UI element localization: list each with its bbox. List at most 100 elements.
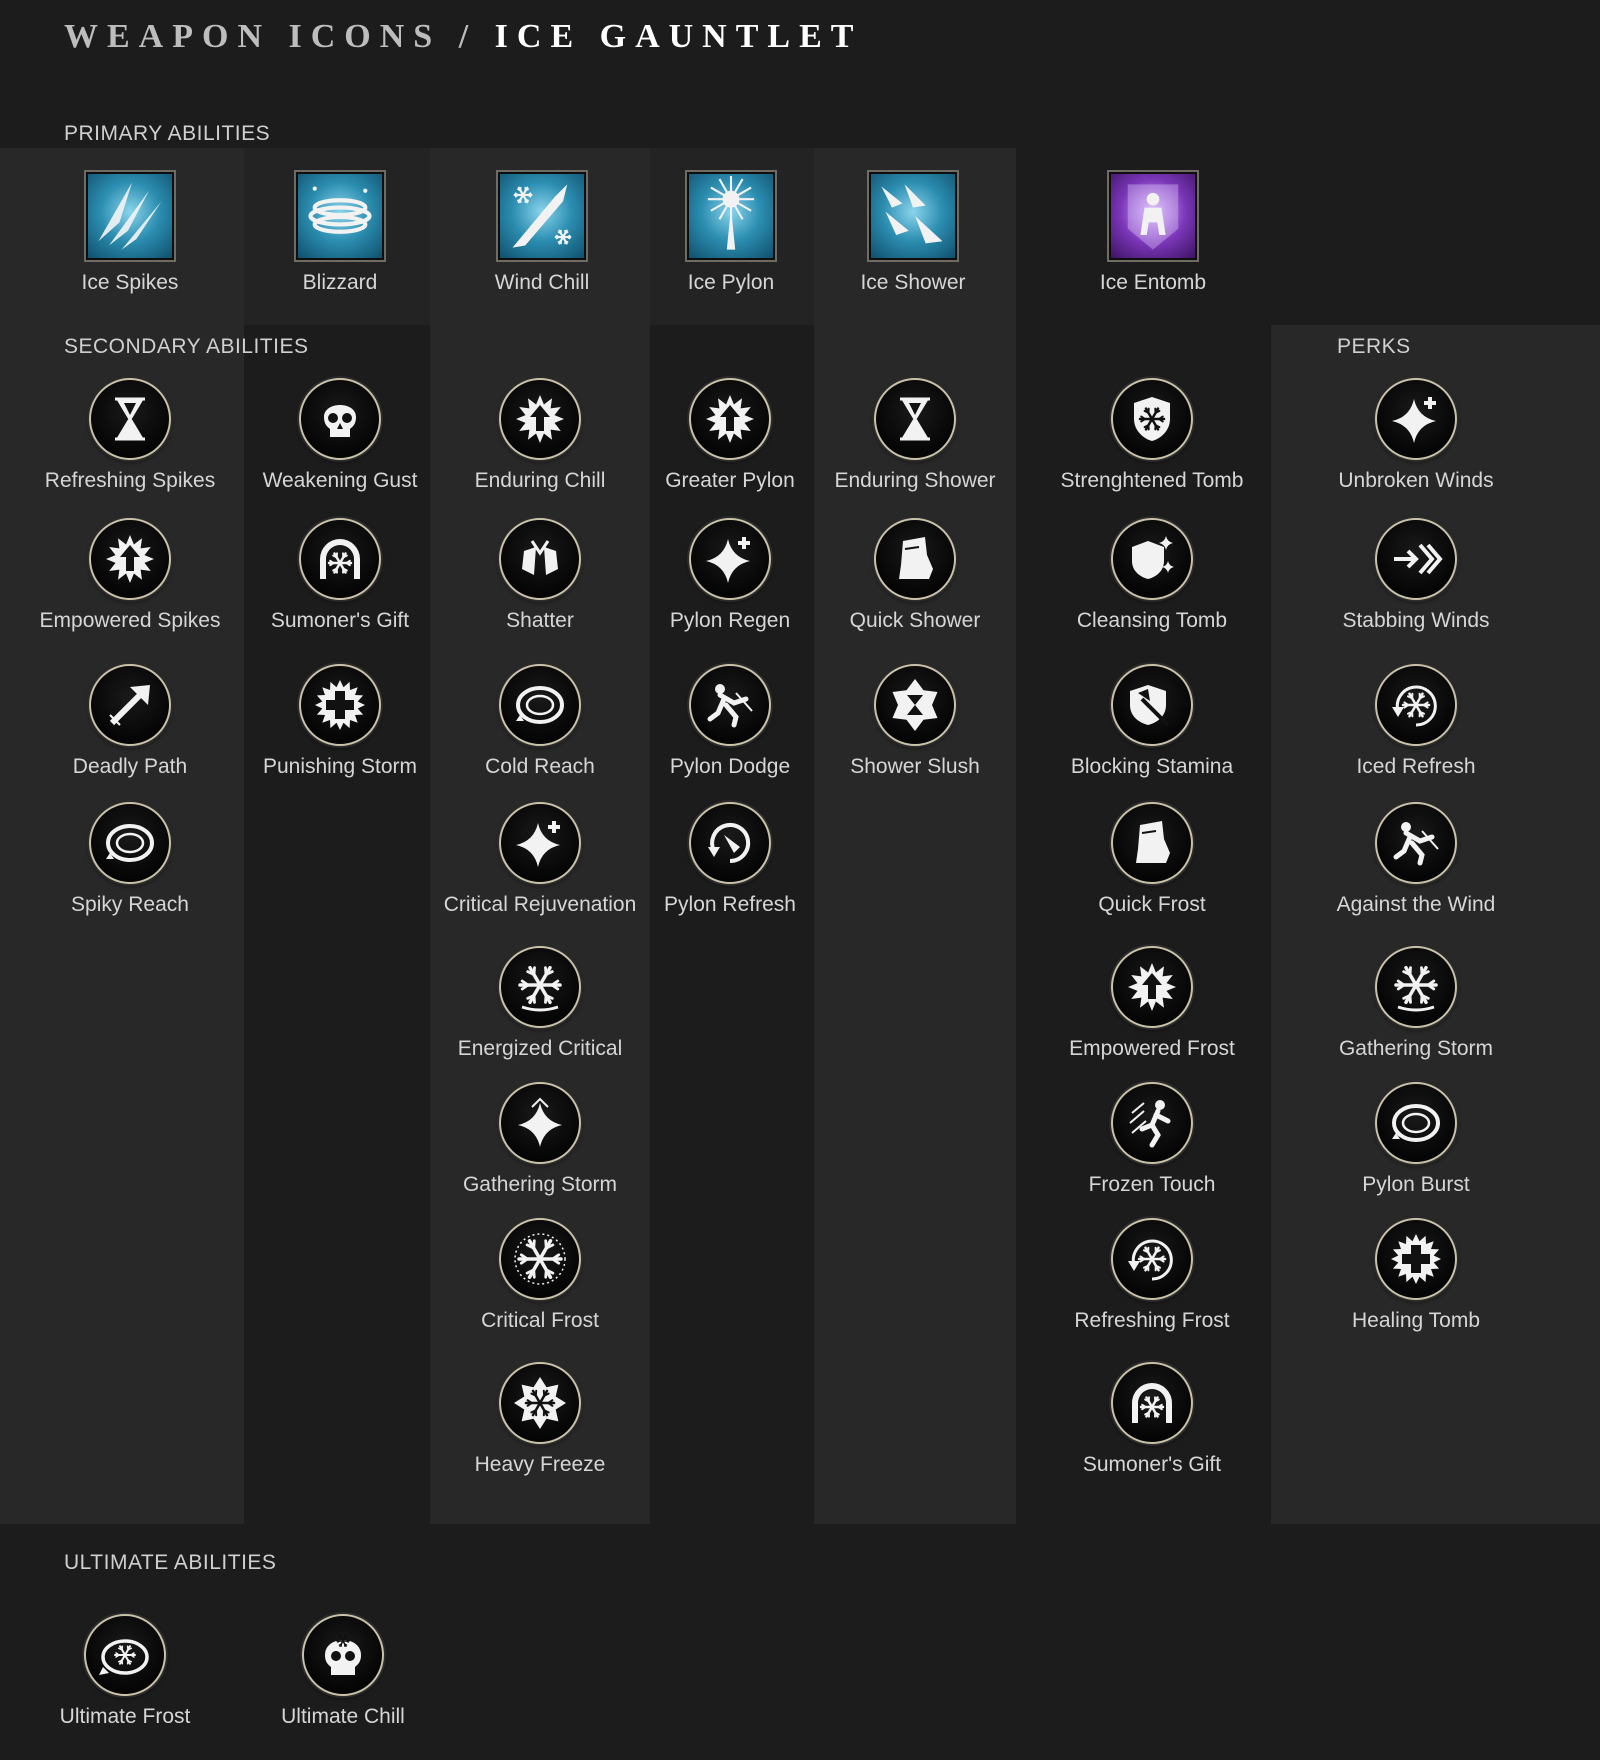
ability-item[interactable]: Gathering Storm: [1311, 946, 1521, 1061]
ability-item[interactable]: Frozen Touch: [1047, 1082, 1257, 1197]
ability-item[interactable]: Enduring Shower: [810, 378, 1020, 493]
ability-item[interactable]: Refreshing Spikes: [25, 378, 235, 493]
ability-item[interactable]: Ice Shower: [808, 170, 1018, 295]
ice-shower-icon[interactable]: [867, 170, 959, 262]
ability-item[interactable]: Greater Pylon: [625, 378, 835, 493]
shield-axe-icon[interactable]: [1111, 664, 1193, 746]
ability-item[interactable]: Pylon Refresh: [625, 802, 835, 917]
starburst-arrow-icon[interactable]: [89, 518, 171, 600]
ability-item[interactable]: Ice Spikes: [25, 170, 235, 295]
page-title: WEAPON ICONS / ICE GAUNTLET: [64, 18, 862, 56]
skull-icon[interactable]: [299, 378, 381, 460]
ring-icon[interactable]: [1375, 1082, 1457, 1164]
ability-item[interactable]: Strenghtened Tomb: [1047, 378, 1257, 493]
snowflake-icon[interactable]: [1375, 946, 1457, 1028]
ability-label: Iced Refresh: [1356, 755, 1476, 778]
starburst-arrow-icon[interactable]: [1111, 946, 1193, 1028]
snowflake-ring-icon[interactable]: [84, 1614, 166, 1696]
ability-item[interactable]: Pylon Burst: [1311, 1082, 1521, 1197]
ability-item[interactable]: Critical Rejuvenation: [435, 802, 645, 917]
ultimate-abilities-heading: ULTIMATE ABILITIES: [64, 1551, 277, 1574]
hourglass-icon[interactable]: [874, 378, 956, 460]
chevron-arrow-icon[interactable]: [1375, 518, 1457, 600]
ability-item[interactable]: Heavy Freeze: [435, 1362, 645, 1477]
starburst-arrow-icon[interactable]: [689, 378, 771, 460]
ice-entomb-icon[interactable]: [1107, 170, 1199, 262]
snowflake-refresh-icon[interactable]: [1111, 1218, 1193, 1300]
ability-item[interactable]: Iced Refresh: [1311, 664, 1521, 779]
snowflake-refresh-icon[interactable]: [1375, 664, 1457, 746]
ability-label: Ice Pylon: [687, 271, 775, 294]
dodge-figure-icon[interactable]: [1375, 802, 1457, 884]
ability-item[interactable]: Punishing Storm: [235, 664, 445, 779]
sparkle-plus-icon[interactable]: [689, 518, 771, 600]
ability-item[interactable]: Quick Shower: [810, 518, 1020, 633]
snowflake-arch-icon[interactable]: [1111, 1362, 1193, 1444]
hourglass-icon[interactable]: [89, 378, 171, 460]
blizzard-icon[interactable]: [294, 170, 386, 262]
ability-item[interactable]: Quick Frost: [1047, 802, 1257, 917]
ability-item[interactable]: Sumoner's Gift: [235, 518, 445, 633]
ability-label: Ice Shower: [860, 271, 966, 294]
ability-item[interactable]: Weakening Gust: [235, 378, 445, 493]
ability-item[interactable]: Against the Wind: [1311, 802, 1521, 917]
ability-label: Spiky Reach: [71, 893, 189, 916]
sparkle-plus-icon[interactable]: [499, 802, 581, 884]
ability-label: Unbroken Winds: [1338, 469, 1494, 492]
skull-snowflake-icon[interactable]: [302, 1614, 384, 1696]
ring-icon[interactable]: [89, 802, 171, 884]
ability-item[interactable]: Wind Chill: [437, 170, 647, 295]
ability-item[interactable]: Energized Critical: [435, 946, 645, 1061]
ability-item[interactable]: Empowered Spikes: [25, 518, 235, 633]
ability-item[interactable]: Sumoner's Gift: [1047, 1362, 1257, 1477]
ability-item[interactable]: Healing Tomb: [1311, 1218, 1521, 1333]
snowflake-hourglass-icon[interactable]: [874, 664, 956, 746]
cross-burst-icon[interactable]: [299, 664, 381, 746]
ability-item[interactable]: Pylon Regen: [625, 518, 835, 633]
ability-label: Pylon Refresh: [664, 893, 796, 916]
ability-item[interactable]: Ice Entomb: [1048, 170, 1258, 295]
boot-icon[interactable]: [1111, 802, 1193, 884]
cross-burst-icon[interactable]: [1375, 1218, 1457, 1300]
ability-item[interactable]: Spiky Reach: [25, 802, 235, 917]
starburst-arrow-icon[interactable]: [499, 378, 581, 460]
ability-item[interactable]: Ice Pylon: [626, 170, 836, 295]
wind-chill-icon[interactable]: [496, 170, 588, 262]
ability-item[interactable]: Enduring Chill: [435, 378, 645, 493]
shatter-icon[interactable]: [499, 518, 581, 600]
ability-item[interactable]: Pylon Dodge: [625, 664, 835, 779]
ice-pylon-icon[interactable]: [685, 170, 777, 262]
ability-item[interactable]: Gathering Storm: [435, 1082, 645, 1197]
ability-item[interactable]: Blizzard: [235, 170, 445, 295]
ability-item[interactable]: Stabbing Winds: [1311, 518, 1521, 633]
title-separator: /: [458, 18, 478, 55]
ability-item[interactable]: Deadly Path: [25, 664, 235, 779]
snowflake-icon[interactable]: [499, 946, 581, 1028]
dodge-figure-icon[interactable]: [689, 664, 771, 746]
sparkle-plus-icon[interactable]: [1375, 378, 1457, 460]
ability-item[interactable]: Empowered Frost: [1047, 946, 1257, 1061]
shield-snowflake-icon[interactable]: [1111, 378, 1193, 460]
ability-item[interactable]: Ultimate Chill: [238, 1614, 448, 1729]
ability-item[interactable]: Cold Reach: [435, 664, 645, 779]
ability-item[interactable]: Blocking Stamina: [1047, 664, 1257, 779]
snowflake-burst-icon[interactable]: [499, 1218, 581, 1300]
ability-item[interactable]: Unbroken Winds: [1311, 378, 1521, 493]
ring-icon[interactable]: [499, 664, 581, 746]
ability-item[interactable]: Shatter: [435, 518, 645, 633]
ice-spikes-icon[interactable]: [84, 170, 176, 262]
sparkle-icon[interactable]: [499, 1082, 581, 1164]
ability-item[interactable]: Shower Slush: [810, 664, 1020, 779]
shield-sparkle-icon[interactable]: [1111, 518, 1193, 600]
diagonal-arrow-icon[interactable]: [89, 664, 171, 746]
ability-item[interactable]: Ultimate Frost: [20, 1614, 230, 1729]
boot-icon[interactable]: [874, 518, 956, 600]
ability-item[interactable]: Critical Frost: [435, 1218, 645, 1333]
ability-item[interactable]: Refreshing Frost: [1047, 1218, 1257, 1333]
ability-item[interactable]: Cleansing Tomb: [1047, 518, 1257, 633]
running-figure-icon[interactable]: [1111, 1082, 1193, 1164]
snowflake-arch-icon[interactable]: [299, 518, 381, 600]
snowflake-frame-icon[interactable]: [499, 1362, 581, 1444]
ability-label: Enduring Chill: [474, 469, 606, 492]
refresh-arc-icon[interactable]: [689, 802, 771, 884]
